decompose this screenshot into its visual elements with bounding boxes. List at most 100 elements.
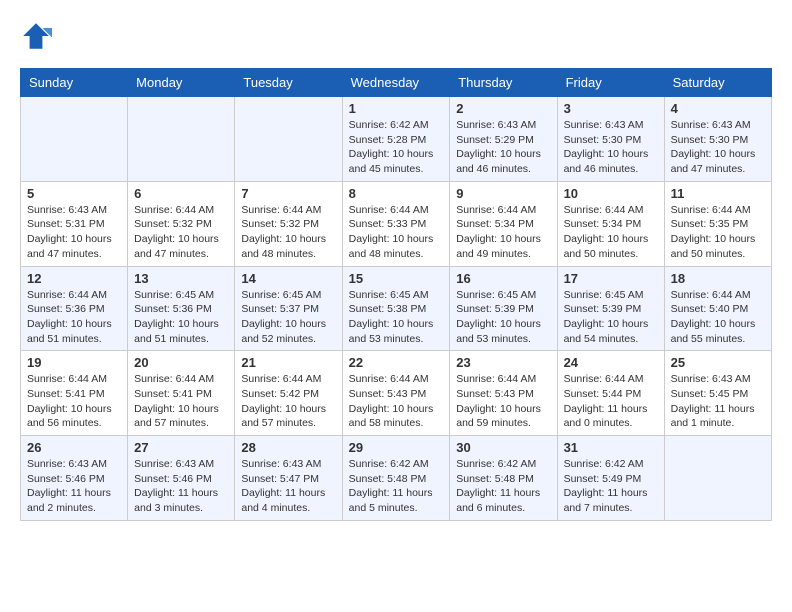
day-number: 1 [349,101,444,116]
day-cell: 31 Sunrise: 6:42 AM Sunset: 5:49 PM Dayli… [557,436,664,521]
week-row-2: 12 Sunrise: 6:44 AM Sunset: 5:36 PM Dayli… [21,266,772,351]
day-info: Sunrise: 6:44 AM Sunset: 5:36 PM Dayligh… [27,288,121,347]
day-info: Sunrise: 6:42 AM Sunset: 5:28 PM Dayligh… [349,118,444,177]
day-cell: 11Sunrise: 6:44 AM Sunset: 5:35 PM Dayli… [664,181,771,266]
day-info: Sunrise: 6:44 AM Sunset: 5:41 PM Dayligh… [27,372,121,431]
day-cell: 13 Sunrise: 6:45 AM Sunset: 5:36 PM Dayli… [128,266,235,351]
day-number: 25 [671,355,765,370]
day-cell: 7Sunrise: 6:44 AM Sunset: 5:32 PM Daylig… [235,181,342,266]
day-number: 30 [456,440,550,455]
day-info: Sunrise: 6:45 AM Sunset: 5:39 PM Dayligh… [564,288,658,347]
header-cell-monday: Monday [128,69,235,97]
day-number: 13 [134,271,228,286]
day-number: 26 [27,440,121,455]
calendar-table: SundayMondayTuesdayWednesdayThursdayFrid… [20,68,772,521]
day-info: Sunrise: 6:45 AM Sunset: 5:38 PM Dayligh… [349,288,444,347]
day-cell: 2 Sunrise: 6:43 AM Sunset: 5:29 PM Daylig… [450,97,557,182]
day-cell: 28 Sunrise: 6:43 AM Sunset: 5:47 PM Dayli… [235,436,342,521]
day-cell: 9 Sunrise: 6:44 AM Sunset: 5:34 PM Daylig… [450,181,557,266]
week-row-3: 19 Sunrise: 6:44 AM Sunset: 5:41 PM Dayli… [21,351,772,436]
day-info: Sunrise: 6:43 AM Sunset: 5:30 PM Dayligh… [564,118,658,177]
day-info: Sunrise: 6:43 AM Sunset: 5:30 PM Dayligh… [671,118,765,177]
day-number: 8 [349,186,444,201]
header-cell-saturday: Saturday [664,69,771,97]
day-number: 4 [671,101,765,116]
day-cell: 15Sunrise: 6:45 AM Sunset: 5:38 PM Dayli… [342,266,450,351]
day-number: 29 [349,440,444,455]
day-number: 17 [564,271,658,286]
header-cell-friday: Friday [557,69,664,97]
day-number: 27 [134,440,228,455]
day-info: Sunrise: 6:42 AM Sunset: 5:48 PM Dayligh… [456,457,550,516]
day-number: 21 [241,355,335,370]
day-number: 18 [671,271,765,286]
day-info: Sunrise: 6:43 AM Sunset: 5:46 PM Dayligh… [27,457,121,516]
day-number: 2 [456,101,550,116]
day-info: Sunrise: 6:45 AM Sunset: 5:37 PM Dayligh… [241,288,335,347]
day-cell: 24Sunrise: 6:44 AM Sunset: 5:44 PM Dayli… [557,351,664,436]
day-info: Sunrise: 6:44 AM Sunset: 5:43 PM Dayligh… [456,372,550,431]
day-cell: 16 Sunrise: 6:45 AM Sunset: 5:39 PM Dayli… [450,266,557,351]
day-info: Sunrise: 6:45 AM Sunset: 5:39 PM Dayligh… [456,288,550,347]
day-cell: 29 Sunrise: 6:42 AM Sunset: 5:48 PM Dayli… [342,436,450,521]
day-cell: 1 Sunrise: 6:42 AM Sunset: 5:28 PM Daylig… [342,97,450,182]
day-info: Sunrise: 6:44 AM Sunset: 5:40 PM Dayligh… [671,288,765,347]
day-cell: 10 Sunrise: 6:44 AM Sunset: 5:34 PM Dayli… [557,181,664,266]
header-row: SundayMondayTuesdayWednesdayThursdayFrid… [21,69,772,97]
logo-icon [20,20,52,52]
day-cell: 14 Sunrise: 6:45 AM Sunset: 5:37 PM Dayli… [235,266,342,351]
day-cell: 3 Sunrise: 6:43 AM Sunset: 5:30 PM Daylig… [557,97,664,182]
header-cell-sunday: Sunday [21,69,128,97]
day-number: 20 [134,355,228,370]
day-cell: 22Sunrise: 6:44 AM Sunset: 5:43 PM Dayli… [342,351,450,436]
day-info: Sunrise: 6:44 AM Sunset: 5:34 PM Dayligh… [564,203,658,262]
page-header [20,20,772,52]
week-row-1: 5 Sunrise: 6:43 AM Sunset: 5:31 PM Daylig… [21,181,772,266]
day-info: Sunrise: 6:42 AM Sunset: 5:49 PM Dayligh… [564,457,658,516]
day-cell: 26 Sunrise: 6:43 AM Sunset: 5:46 PM Dayli… [21,436,128,521]
header-cell-wednesday: Wednesday [342,69,450,97]
logo [20,20,56,52]
day-number: 5 [27,186,121,201]
day-cell: 17 Sunrise: 6:45 AM Sunset: 5:39 PM Dayli… [557,266,664,351]
day-info: Sunrise: 6:43 AM Sunset: 5:47 PM Dayligh… [241,457,335,516]
day-number: 31 [564,440,658,455]
day-cell: 30 Sunrise: 6:42 AM Sunset: 5:48 PM Dayli… [450,436,557,521]
week-row-0: 1 Sunrise: 6:42 AM Sunset: 5:28 PM Daylig… [21,97,772,182]
day-number: 6 [134,186,228,201]
day-info: Sunrise: 6:44 AM Sunset: 5:44 PM Dayligh… [564,372,658,431]
day-number: 14 [241,271,335,286]
day-info: Sunrise: 6:44 AM Sunset: 5:35 PM Dayligh… [671,203,765,262]
day-info: Sunrise: 6:44 AM Sunset: 5:42 PM Dayligh… [241,372,335,431]
day-number: 9 [456,186,550,201]
header-cell-tuesday: Tuesday [235,69,342,97]
day-number: 10 [564,186,658,201]
day-cell [235,97,342,182]
day-cell [21,97,128,182]
day-cell: 19 Sunrise: 6:44 AM Sunset: 5:41 PM Dayli… [21,351,128,436]
day-info: Sunrise: 6:42 AM Sunset: 5:48 PM Dayligh… [349,457,444,516]
day-cell: 6Sunrise: 6:44 AM Sunset: 5:32 PM Daylig… [128,181,235,266]
day-number: 12 [27,271,121,286]
day-info: Sunrise: 6:43 AM Sunset: 5:45 PM Dayligh… [671,372,765,431]
day-info: Sunrise: 6:44 AM Sunset: 5:41 PM Dayligh… [134,372,228,431]
day-number: 7 [241,186,335,201]
day-info: Sunrise: 6:44 AM Sunset: 5:43 PM Dayligh… [349,372,444,431]
day-cell: 12 Sunrise: 6:44 AM Sunset: 5:36 PM Dayli… [21,266,128,351]
day-cell: 25 Sunrise: 6:43 AM Sunset: 5:45 PM Dayli… [664,351,771,436]
day-cell [664,436,771,521]
day-number: 19 [27,355,121,370]
day-cell: 27Sunrise: 6:43 AM Sunset: 5:46 PM Dayli… [128,436,235,521]
day-info: Sunrise: 6:43 AM Sunset: 5:29 PM Dayligh… [456,118,550,177]
day-cell: 18 Sunrise: 6:44 AM Sunset: 5:40 PM Dayli… [664,266,771,351]
day-cell: 21 Sunrise: 6:44 AM Sunset: 5:42 PM Dayli… [235,351,342,436]
day-cell: 5 Sunrise: 6:43 AM Sunset: 5:31 PM Daylig… [21,181,128,266]
day-number: 3 [564,101,658,116]
day-number: 28 [241,440,335,455]
day-info: Sunrise: 6:44 AM Sunset: 5:34 PM Dayligh… [456,203,550,262]
day-cell: 4 Sunrise: 6:43 AM Sunset: 5:30 PM Daylig… [664,97,771,182]
day-number: 16 [456,271,550,286]
day-info: Sunrise: 6:43 AM Sunset: 5:31 PM Dayligh… [27,203,121,262]
day-info: Sunrise: 6:45 AM Sunset: 5:36 PM Dayligh… [134,288,228,347]
day-cell [128,97,235,182]
